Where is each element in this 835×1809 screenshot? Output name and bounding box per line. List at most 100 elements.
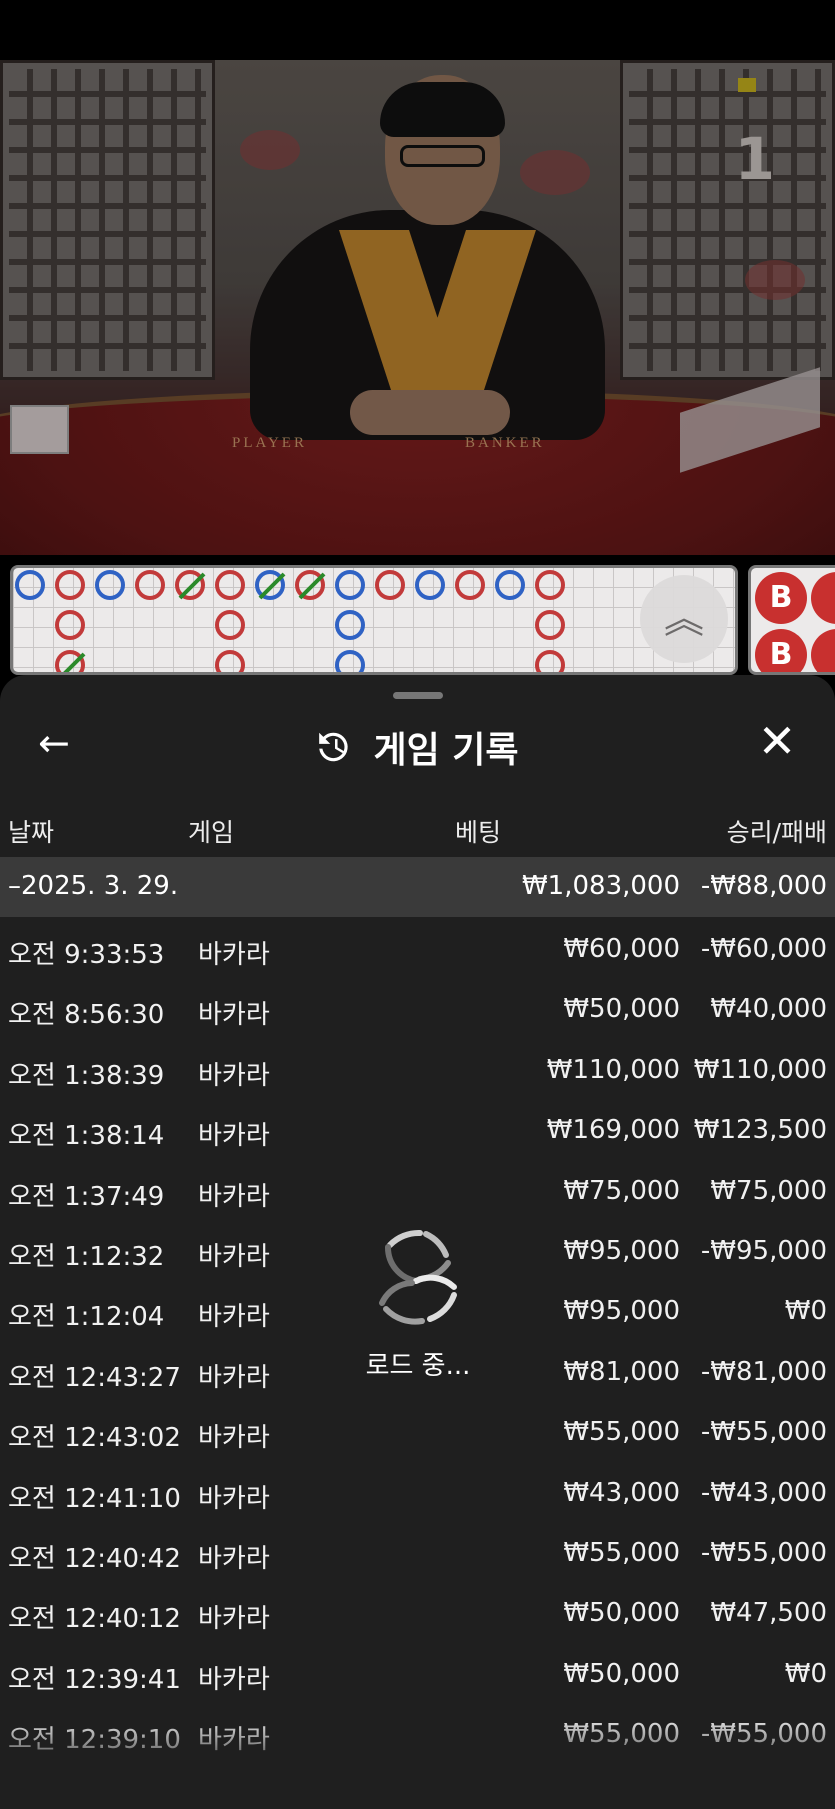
close-icon: ✕ <box>757 714 797 768</box>
banker-chip-partial <box>811 572 835 624</box>
row-game: 바카라 <box>198 1241 270 1272</box>
history-row[interactable]: 오전 12:40:12 바카라 ₩50,000 ₩47,500 <box>0 1584 835 1644</box>
tie-mark <box>58 652 86 672</box>
day-summary-row[interactable]: –2025. 3. 29. ₩1,083,000 -₩88,000 <box>0 857 835 917</box>
tie-mark <box>298 572 326 600</box>
row-time: 오전 1:12:32 <box>8 1241 165 1272</box>
banker-bead <box>295 570 326 600</box>
chevrons-up-icon: ︽ <box>664 596 704 642</box>
row-result: ₩40,000 <box>710 994 827 1025</box>
row-game: 바카라 <box>198 1604 270 1635</box>
player-bead <box>15 570 45 600</box>
banker-chip: B <box>755 572 807 624</box>
row-result: -₩95,000 <box>700 1235 827 1266</box>
row-result: -₩43,000 <box>700 1477 827 1508</box>
banker-bead <box>535 570 565 600</box>
history-row[interactable]: 오전 12:41:10 바카라 ₩43,000 -₩43,000 <box>0 1464 835 1524</box>
day-result-total: -₩88,000 <box>700 871 827 901</box>
expand-roadmap-button[interactable]: ︽ <box>640 575 728 663</box>
row-result: -₩55,000 <box>700 1537 827 1568</box>
banker-bead <box>215 650 245 672</box>
row-game: 바카라 <box>198 1483 270 1514</box>
row-time: 오전 8:56:30 <box>8 1000 165 1031</box>
loading-spinner-icon <box>379 1229 457 1325</box>
day-bet-total: ₩1,083,000 <box>521 871 680 901</box>
row-time: 오전 1:12:04 <box>8 1302 165 1333</box>
close-button[interactable]: ✕ <box>755 718 799 764</box>
row-bet: ₩75,000 <box>563 1175 680 1206</box>
row-bet: ₩50,000 <box>563 1658 680 1689</box>
row-game: 바카라 <box>198 1664 270 1695</box>
column-bet: 베팅 <box>455 818 502 847</box>
history-row[interactable]: 오전 1:37:49 바카라 ₩75,000 ₩75,000 <box>0 1162 835 1222</box>
banker-bead <box>535 650 565 672</box>
list-fade <box>0 1715 835 1809</box>
row-game: 바카라 <box>198 1181 270 1212</box>
row-result: ₩123,500 <box>693 1115 827 1146</box>
banker-bead <box>55 610 85 640</box>
player-bead <box>95 570 125 600</box>
row-bet: ₩95,000 <box>563 1296 680 1327</box>
row-game: 바카라 <box>198 1060 270 1091</box>
player-bead <box>495 570 525 600</box>
history-row[interactable]: 오전 8:56:30 바카라 ₩50,000 ₩40,000 <box>0 980 835 1040</box>
drag-handle[interactable] <box>393 692 443 699</box>
history-row[interactable]: 오전 12:40:42 바카라 ₩55,000 -₩55,000 <box>0 1524 835 1584</box>
table-header: 날짜 게임 베팅 승리/패배 <box>0 805 835 849</box>
column-game: 게임 <box>188 818 235 847</box>
row-bet: ₩55,000 <box>563 1537 680 1568</box>
row-time: 오전 12:40:12 <box>8 1604 181 1635</box>
row-bet: ₩60,000 <box>563 934 680 964</box>
live-video[interactable]: PLAYER BANKER 1 <box>0 60 835 555</box>
row-bet: ₩169,000 <box>546 1115 680 1146</box>
player-bead <box>335 610 365 640</box>
banker-bead <box>215 570 245 600</box>
tie-mark <box>178 572 206 600</box>
history-icon <box>319 732 349 762</box>
player-bead <box>415 570 445 600</box>
history-row[interactable]: 오전 1:38:39 바카라 ₩110,000 ₩110,000 <box>0 1041 835 1101</box>
row-bet: ₩110,000 <box>546 1054 680 1085</box>
row-time: 오전 12:43:27 <box>8 1362 181 1393</box>
row-bet: ₩50,000 <box>563 1598 680 1629</box>
history-row[interactable]: 오전 12:43:02 바카라 ₩55,000 -₩55,000 <box>0 1403 835 1463</box>
history-row[interactable]: 오전 9:33:53 바카라 ₩60,000 -₩60,000 <box>0 920 835 980</box>
banker-bead <box>455 570 485 600</box>
row-bet: ₩81,000 <box>563 1356 680 1387</box>
row-result: ₩0 <box>784 1658 827 1689</box>
player-bead <box>335 570 365 600</box>
row-result: -₩55,000 <box>700 1417 827 1448</box>
column-date: 날짜 <box>8 818 55 847</box>
banker-bead <box>55 650 86 672</box>
player-bead <box>335 650 365 672</box>
row-result: ₩75,000 <box>710 1175 827 1206</box>
banker-bead <box>55 570 85 600</box>
row-game: 바카라 <box>198 1000 270 1031</box>
banker-bead <box>375 570 405 600</box>
row-game: 바카라 <box>198 1362 270 1393</box>
row-time: 오전 1:37:49 <box>8 1181 165 1212</box>
row-result: ₩47,500 <box>710 1598 827 1629</box>
banker-bead <box>215 610 245 640</box>
row-bet: ₩50,000 <box>563 994 680 1025</box>
history-row[interactable]: 오전 12:39:41 바카라 ₩50,000 ₩0 <box>0 1645 835 1705</box>
row-bet: ₩95,000 <box>563 1235 680 1266</box>
row-time: 오전 12:41:10 <box>8 1483 181 1514</box>
banker-chip: B <box>755 629 807 672</box>
big-road-map[interactable]: BB <box>748 565 835 675</box>
row-time: 오전 12:43:02 <box>8 1423 181 1454</box>
loading-indicator: 로드 중... <box>355 1225 481 1382</box>
bead-road-map[interactable] <box>10 565 738 675</box>
player-bead <box>255 570 286 600</box>
history-row[interactable]: 오전 1:38:14 바카라 ₩169,000 ₩123,500 <box>0 1101 835 1161</box>
row-game: 바카라 <box>198 1121 270 1152</box>
banker-bead <box>135 570 165 600</box>
row-time: 오전 1:38:39 <box>8 1060 165 1091</box>
row-game: 바카라 <box>198 1543 270 1574</box>
day-date: –2025. 3. 29. <box>8 871 179 901</box>
row-time: 오전 12:40:42 <box>8 1543 181 1574</box>
row-result: -₩60,000 <box>700 934 827 964</box>
banker-bead <box>535 610 565 640</box>
status-bar <box>0 0 835 60</box>
tie-mark <box>258 572 286 600</box>
